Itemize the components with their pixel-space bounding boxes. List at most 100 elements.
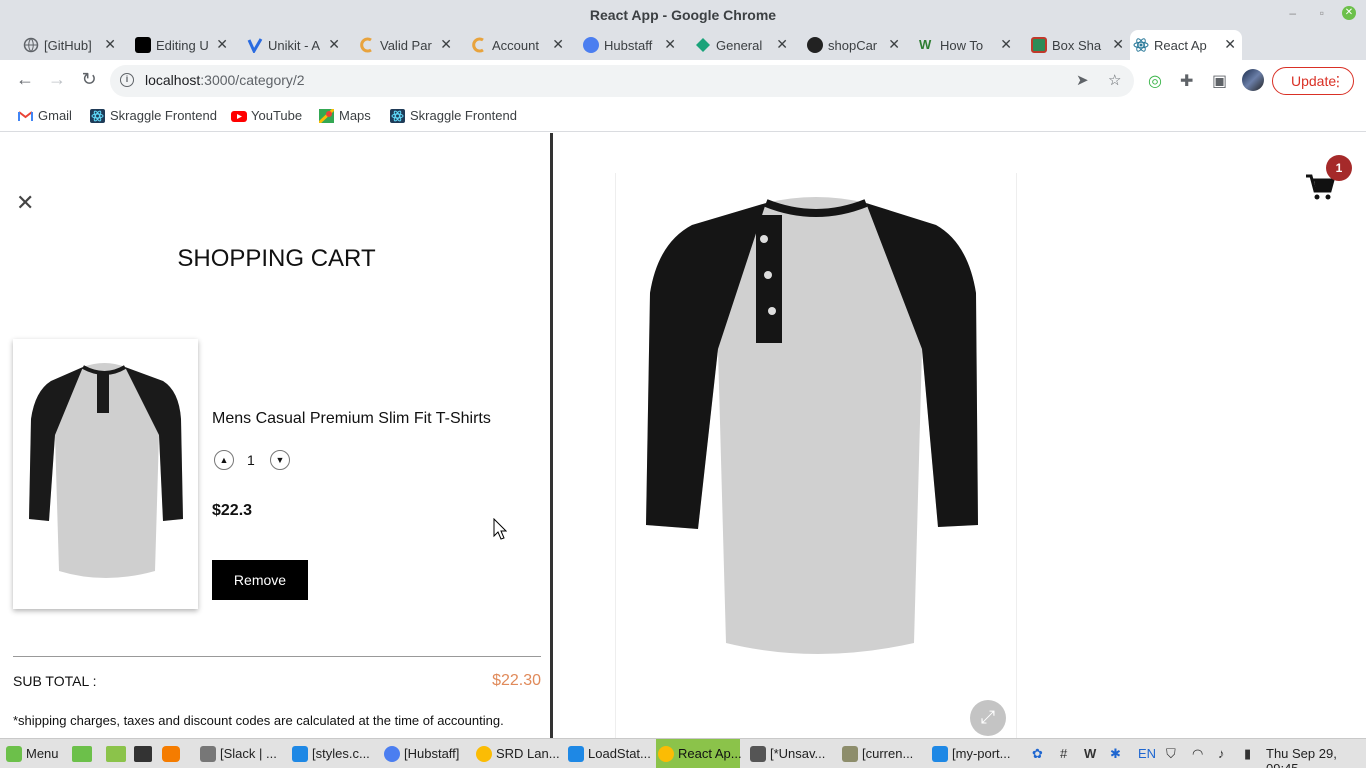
extensions-puzzle-icon[interactable]: ✚ bbox=[1180, 71, 1193, 91]
cart-item-quantity: 1 bbox=[247, 452, 255, 468]
menu-label: Menu bbox=[26, 746, 59, 761]
close-icon[interactable]: ✕ bbox=[552, 36, 564, 53]
firefox-icon[interactable] bbox=[162, 746, 180, 762]
update-button[interactable]: Update ⋮ bbox=[1272, 67, 1354, 95]
tab-account[interactable]: Account ✕ bbox=[468, 30, 570, 60]
start-menu-button[interactable]: Menu bbox=[4, 739, 59, 768]
bookmark-skraggle-frontend-2[interactable]: Skraggle Frontend bbox=[390, 107, 517, 127]
terminal-icon[interactable] bbox=[134, 746, 152, 762]
tab-shopcart[interactable]: shopCar ✕ bbox=[804, 30, 906, 60]
taskbar-item-react-app[interactable]: React Ap... bbox=[656, 739, 742, 768]
volume-icon[interactable]: ♪ bbox=[1218, 746, 1225, 761]
tab-label: Account bbox=[492, 37, 539, 53]
address-bar[interactable]: i localhost:3000/category/2 ➤ ☆ bbox=[110, 65, 1134, 97]
tab-label: Box Sha bbox=[1052, 37, 1102, 53]
taskbar-item-loadstat[interactable]: LoadStat... bbox=[566, 739, 651, 768]
expand-icon[interactable]: ⤢ bbox=[970, 700, 1006, 736]
box-icon bbox=[1031, 37, 1047, 53]
taskbar-item-label: [Slack | ... bbox=[220, 746, 277, 761]
hubstaff-tray-icon[interactable]: ✿ bbox=[1032, 746, 1043, 762]
taskbar-item-srd[interactable]: SRD Lan... bbox=[474, 739, 560, 768]
remove-button[interactable]: Remove bbox=[212, 560, 308, 600]
close-cart-icon[interactable]: ✕ bbox=[16, 192, 34, 214]
subtotal-value: $22.30 bbox=[492, 672, 541, 689]
bluetooth-icon[interactable]: ✱ bbox=[1110, 746, 1121, 762]
minimize-button[interactable]: – bbox=[1289, 6, 1296, 20]
bookmark-gmail[interactable]: Gmail bbox=[18, 107, 72, 127]
battery-icon[interactable]: ▮ bbox=[1244, 746, 1251, 762]
tab-unikit[interactable]: Unikit - A ✕ bbox=[244, 30, 346, 60]
close-icon[interactable]: ✕ bbox=[328, 36, 340, 53]
close-window-button[interactable]: ✕ bbox=[1342, 6, 1356, 20]
product-image bbox=[615, 173, 1017, 738]
window-titlebar: React App - Google Chrome – ▫ ✕ bbox=[0, 0, 1366, 30]
send-icon[interactable]: ➤ bbox=[1076, 71, 1089, 89]
reload-button[interactable]: ↻ bbox=[77, 69, 101, 90]
close-icon[interactable]: ✕ bbox=[440, 36, 452, 53]
close-icon[interactable]: ✕ bbox=[1000, 36, 1012, 53]
tab-valid-par[interactable]: Valid Par ✕ bbox=[356, 30, 458, 60]
folder-icon bbox=[842, 746, 858, 762]
back-button[interactable]: ← bbox=[13, 69, 37, 90]
taskbar-item-slack[interactable]: [Slack | ... bbox=[198, 739, 277, 768]
keyboard-layout[interactable]: EN bbox=[1138, 746, 1156, 761]
bookmark-youtube[interactable]: YouTube bbox=[231, 107, 302, 127]
tab-hubstaff[interactable]: Hubstaff ✕ bbox=[580, 30, 682, 60]
url-path: :3000/category/2 bbox=[200, 72, 305, 88]
taskbar-item-current[interactable]: [curren... bbox=[840, 739, 913, 768]
tab-box-shadow[interactable]: Box Sha ✕ bbox=[1028, 30, 1130, 60]
close-icon[interactable]: ✕ bbox=[1112, 36, 1124, 53]
url-host: localhost bbox=[145, 72, 201, 88]
quantity-decrease-button[interactable]: ▼ bbox=[270, 450, 290, 470]
text-editor-icon bbox=[750, 746, 766, 762]
c-icon bbox=[359, 37, 375, 53]
bookmark-star-icon[interactable]: ☆ bbox=[1108, 71, 1121, 89]
react-icon bbox=[390, 109, 405, 123]
quantity-increase-button[interactable]: ▲ bbox=[214, 450, 234, 470]
forward-button[interactable]: → bbox=[45, 69, 69, 90]
taskbar-item-styles[interactable]: [styles.c... bbox=[290, 739, 370, 768]
close-icon[interactable]: ✕ bbox=[664, 36, 676, 53]
wps-tray-icon[interactable]: W bbox=[1084, 746, 1096, 761]
mouse-cursor-icon bbox=[493, 518, 507, 540]
taskbar-item-my-port[interactable]: [my-port... bbox=[930, 739, 1011, 768]
react-icon bbox=[1133, 37, 1149, 53]
url-text[interactable]: localhost:3000/category/2 bbox=[145, 72, 305, 88]
close-icon[interactable]: ✕ bbox=[104, 36, 116, 53]
vscode-icon bbox=[932, 746, 948, 762]
shield-icon[interactable]: ⛉ bbox=[1166, 746, 1176, 762]
close-icon[interactable]: ✕ bbox=[1224, 36, 1236, 53]
tab-how-to[interactable]: W How To ✕ bbox=[916, 30, 1018, 60]
bookmark-maps[interactable]: Maps bbox=[317, 107, 371, 127]
close-icon[interactable]: ✕ bbox=[776, 36, 788, 53]
tab-editing[interactable]: Editing U ✕ bbox=[132, 30, 234, 60]
taskbar-item-label: [Hubstaff] bbox=[404, 746, 460, 761]
divider bbox=[13, 656, 541, 657]
tab-github[interactable]: [GitHub] ✕ bbox=[20, 30, 122, 60]
tab-label: Unikit - A bbox=[268, 37, 321, 53]
taskbar-item-label: [my-port... bbox=[952, 746, 1011, 761]
bookmark-label: Maps bbox=[339, 108, 371, 123]
wifi-icon[interactable]: ◠ bbox=[1192, 746, 1203, 762]
os-taskbar: Menu [Slack | ... [styles.c... [Hubstaff… bbox=[0, 738, 1366, 768]
clock[interactable]: Thu Sep 29, 09:45 bbox=[1266, 746, 1366, 768]
maximize-button[interactable]: ▫ bbox=[1320, 6, 1324, 20]
bookmark-label: Skraggle Frontend bbox=[110, 108, 217, 123]
cart-item-name: Mens Casual Premium Slim Fit T-Shirts bbox=[212, 410, 491, 427]
site-info-icon[interactable]: i bbox=[120, 73, 134, 87]
tab-react-app[interactable]: React Ap ✕ bbox=[1130, 30, 1242, 60]
slack-tray-icon[interactable]: # bbox=[1060, 746, 1067, 761]
close-icon[interactable]: ✕ bbox=[888, 36, 900, 53]
bookmark-skraggle-frontend[interactable]: Skraggle Frontend bbox=[90, 107, 217, 127]
window-title: React App - Google Chrome bbox=[589, 7, 777, 23]
avatar[interactable] bbox=[1242, 69, 1264, 91]
extension-circle-icon[interactable]: ◎ bbox=[1148, 71, 1162, 91]
side-panel-icon[interactable]: ▣ bbox=[1212, 71, 1227, 91]
taskbar-item-hubstaff[interactable]: [Hubstaff] bbox=[382, 739, 459, 768]
close-icon[interactable]: ✕ bbox=[216, 36, 228, 53]
folder-icon[interactable] bbox=[106, 746, 126, 762]
show-desktop-icon[interactable] bbox=[72, 746, 92, 762]
tab-general[interactable]: General ✕ bbox=[692, 30, 794, 60]
taskbar-item-unsaved[interactable]: [*Unsav... bbox=[748, 739, 825, 768]
cart-title: SHOPPING CART bbox=[177, 245, 376, 272]
